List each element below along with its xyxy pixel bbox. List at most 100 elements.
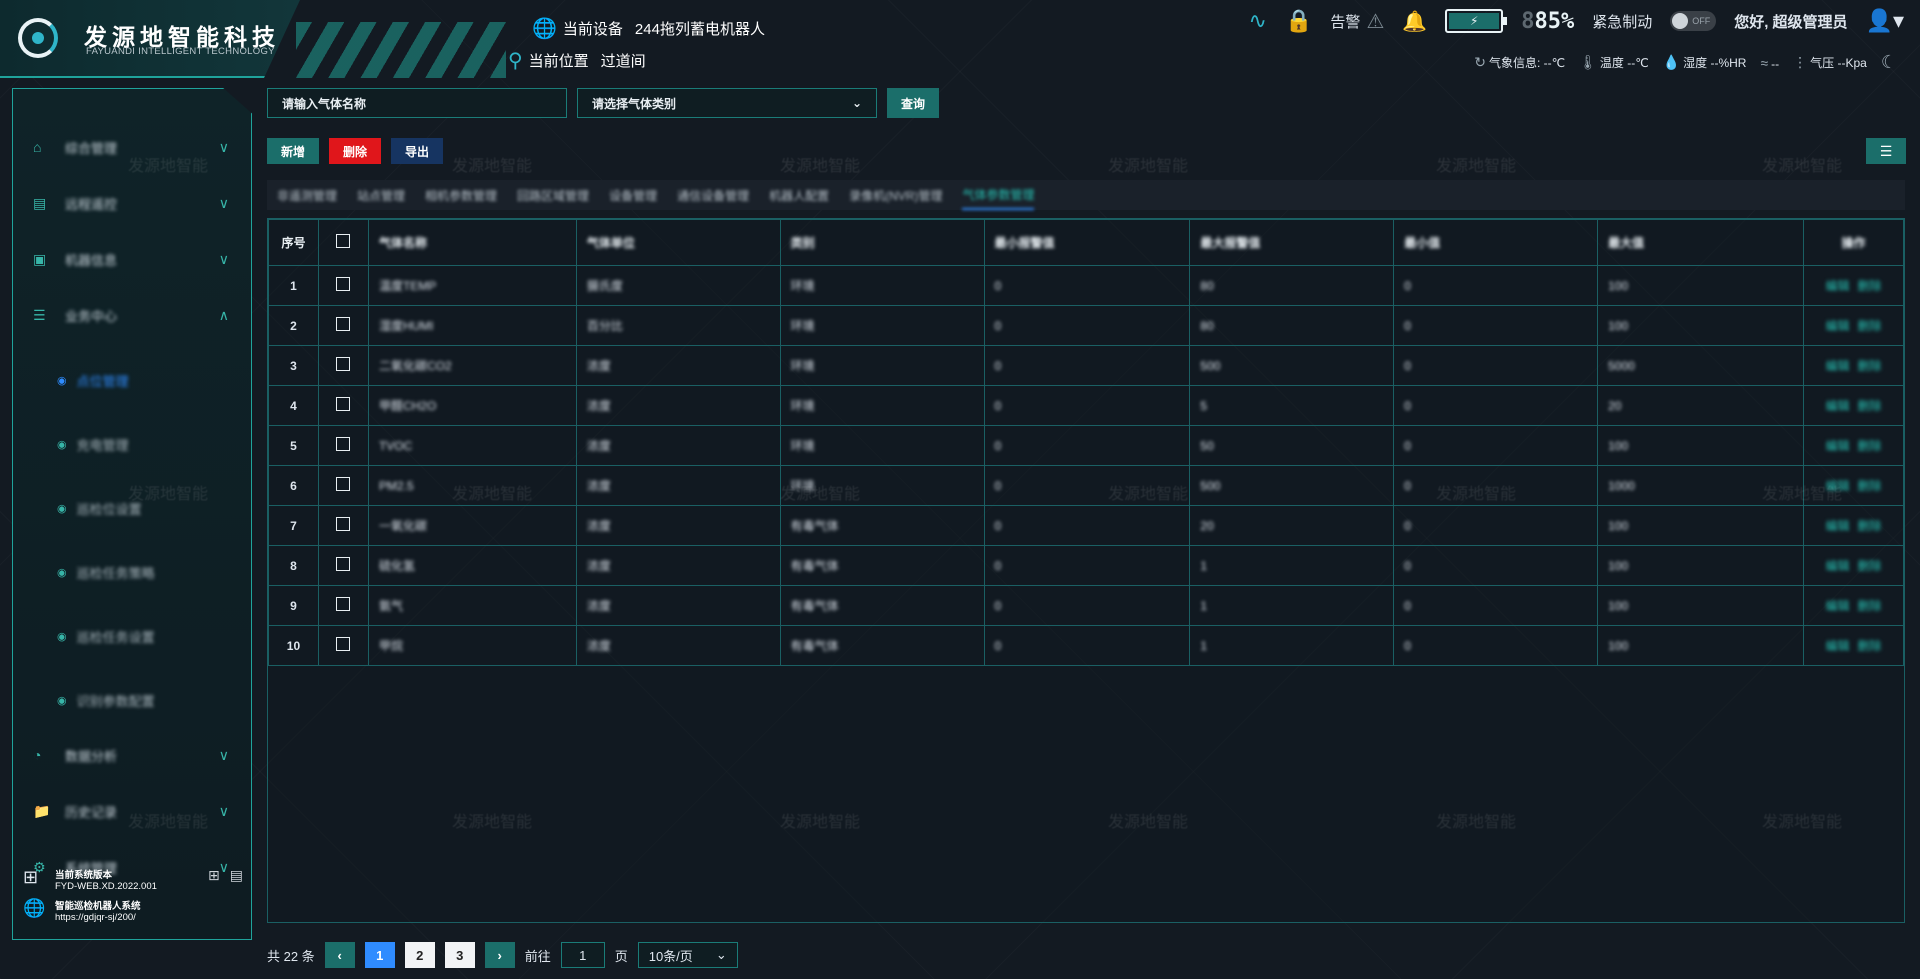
edit-link[interactable]: 编辑 [1825, 279, 1849, 293]
table-row: 9 氨气 浓度 有毒气体 0 1 0 100 编辑 删除 [268, 585, 1905, 626]
delete-link[interactable]: 删除 [1857, 359, 1881, 373]
col-max: 最大值 [1597, 219, 1804, 266]
row-checkbox[interactable] [336, 437, 351, 451]
edit-link[interactable]: 编辑 [1825, 639, 1849, 653]
row-checkbox[interactable] [336, 277, 351, 291]
tab-devices[interactable]: 设备管理 [609, 180, 657, 210]
row-checkbox[interactable] [336, 397, 351, 411]
add-button[interactable]: 新增 [267, 138, 320, 164]
edit-link[interactable]: 编辑 [1825, 319, 1849, 333]
sidebar-item-remote[interactable]: ▤ 远程遥控 ∨ [33, 189, 243, 217]
weather-temp: 🌡 温度 --℃ [1579, 54, 1649, 70]
chevron-down-icon: ⌄ [851, 96, 862, 110]
edit-link[interactable]: 编辑 [1825, 599, 1849, 613]
logo-block: 发源地智能科技 FAYUANDI INTELLIGENT TECHNOLOGY [0, 0, 300, 78]
sidebar-item-overview[interactable]: ⌂ 综合管理 ∨​ [33, 133, 243, 161]
delete-link[interactable]: 删除 [1857, 479, 1881, 493]
header-status: ∿ 🔒 告警 ⚠ 🔔 ⚡ 885% 紧急制动 OFF 您好, 超级管理员 👤▾ [1249, 8, 1905, 34]
delete-link[interactable]: 删除 [1857, 399, 1881, 413]
row-checkbox[interactable] [336, 597, 351, 611]
weather-pressure: ⋮ 气压 --Kpa [1793, 54, 1867, 70]
page-1[interactable]: 1 [364, 942, 395, 968]
sidebar: ⌂ 综合管理 ∨​ ▤ 远程遥控 ∨ ▣ 机器信息 ∨ ☰ 业务中心 ∧ ◉ 点… [12, 88, 252, 940]
emergency-toggle[interactable]: OFF [1670, 11, 1717, 31]
system-row: 🌐 智能巡检机器人系统 https://gdjqr-sj/200/ [23, 898, 243, 923]
dot-icon: ◉ [57, 439, 67, 451]
sidebar-item-history[interactable]: 📁 历史记录 ∨ [33, 797, 243, 825]
page-size-select[interactable]: 10条/页 ⌄ [637, 942, 738, 968]
tab-loop-area[interactable]: 回路区域管理 [517, 180, 589, 210]
column-settings-button[interactable]: ☰ [1866, 138, 1906, 164]
table-row: 4 甲醛CH2O 浓度 环境 0 5 0 20 编辑 删除 [268, 385, 1905, 426]
page-3[interactable]: 3 [444, 942, 475, 968]
system-url[interactable]: https://gdjqr-sj/200/ [55, 912, 141, 923]
row-checkbox[interactable] [336, 637, 351, 651]
edit-link[interactable]: 编辑 [1825, 399, 1849, 413]
weather-bar: ↻ 气象信息: --℃ 🌡 温度 --℃ 💧 湿度 --%HR ≈ -- ⋮ 气压 --K… [1474, 52, 1900, 73]
tab-nontelemetry[interactable]: 非遥测管理 [277, 180, 337, 210]
sidebar-sub-task-strategy[interactable]: ◉ 巡检任务策略 [57, 563, 155, 582]
next-page-button[interactable]: › [484, 942, 515, 968]
pressure-icon: ⋮ [1793, 54, 1808, 70]
search-bar: 请输入气体名称 请选择气体类别 ⌄ 查询 [267, 88, 940, 118]
delete-link[interactable]: 删除 [1857, 639, 1881, 653]
page-2[interactable]: 2 [404, 942, 435, 968]
row-checkbox[interactable] [336, 477, 351, 491]
edit-link[interactable]: 编辑 [1825, 479, 1849, 493]
prev-page-button[interactable]: ‹ [324, 942, 355, 968]
delete-link[interactable]: 删除 [1857, 319, 1881, 333]
table-row: 5 TVOC 浓度 环境 0 50 0 100 编辑 删除 [268, 425, 1905, 466]
document-icon[interactable]: ▤ [230, 867, 243, 884]
alarm-indicator[interactable]: 告警 ⚠ [1330, 9, 1384, 34]
goto-page-input[interactable]: 1 [560, 942, 605, 968]
sidebar-item-business[interactable]: ☰ 业务中心 ∧ [33, 301, 243, 329]
moon-icon[interactable]: ☾ [1881, 52, 1897, 73]
dot-icon: ◉ [57, 503, 67, 515]
grid-icon[interactable]: ⊞ [208, 867, 220, 884]
row-checkbox[interactable] [336, 517, 351, 531]
gas-name-input[interactable]: 请输入气体名称 [267, 88, 567, 118]
current-device: 🌐 当前设备 244拖列蓄电机器人 [532, 16, 765, 41]
tab-comm-devices[interactable]: 通信设备管理 [677, 180, 749, 210]
select-all-checkbox[interactable] [336, 234, 351, 248]
edit-link[interactable]: 编辑 [1825, 439, 1849, 453]
delete-link[interactable]: 删除 [1857, 439, 1881, 453]
delete-link[interactable]: 删除 [1857, 599, 1881, 613]
tab-nvr[interactable]: 录像机(NVR)管理 [849, 180, 942, 210]
delete-link[interactable]: 删除 [1857, 279, 1881, 293]
delete-button[interactable]: 删除 [329, 138, 382, 164]
chevron-down-icon: ⌄ [715, 947, 727, 962]
col-index: 序号 [268, 219, 319, 266]
version-value: FYD-WEB.XD.2022.001 [55, 881, 157, 892]
sidebar-sub-charging[interactable]: ◉ 充电管理 [57, 435, 129, 454]
sidebar-sub-points[interactable]: ◉ 点位管理 [57, 371, 129, 390]
tab-gas-params[interactable]: 气体参数管理 [962, 180, 1035, 210]
sidebar-sub-task-settings[interactable]: ◉ 巡检任务设置 [57, 627, 155, 646]
user-card-icon[interactable]: 👤▾ [1866, 8, 1904, 34]
gas-type-select[interactable]: 请选择气体类别 ⌄ [577, 88, 877, 118]
export-button[interactable]: 导出 [391, 138, 444, 164]
sidebar-sub-recognition[interactable]: ◉ 识别参数配置 [57, 691, 155, 710]
query-button[interactable]: 查询 [887, 88, 940, 118]
lock-icon[interactable]: 🔒 [1285, 8, 1312, 34]
sidebar-item-analysis[interactable]: ◔ 数据分析 ∨ [33, 741, 243, 769]
sidebar-sub-inspect-pos[interactable]: ◉ 巡检位设置 [57, 499, 142, 518]
row-checkbox[interactable] [336, 357, 351, 371]
edit-link[interactable]: 编辑 [1825, 559, 1849, 573]
wind-icon: ≈ [1760, 54, 1769, 71]
row-checkbox[interactable] [336, 317, 351, 331]
delete-link[interactable]: 删除 [1857, 519, 1881, 533]
row-checkbox[interactable] [336, 557, 351, 571]
sidebar-item-robot-info[interactable]: ▣ 机器信息 ∨ [33, 245, 243, 273]
chevron-down-icon: ∨ [218, 746, 229, 763]
signal-icon[interactable]: ∿ [1249, 8, 1267, 34]
delete-link[interactable]: 删除 [1857, 559, 1881, 573]
version-label: 当前系统版本 [55, 870, 113, 881]
tab-camera[interactable]: 相机参数管理 [425, 180, 497, 210]
col-select-all[interactable] [317, 219, 369, 266]
edit-link[interactable]: 编辑 [1825, 519, 1849, 533]
edit-link[interactable]: 编辑 [1825, 359, 1849, 373]
tab-sites[interactable]: 站点管理 [357, 180, 405, 210]
bell-icon[interactable]: 🔔 [1402, 9, 1427, 34]
tab-robot-config[interactable]: 机器人配置 [769, 180, 829, 210]
